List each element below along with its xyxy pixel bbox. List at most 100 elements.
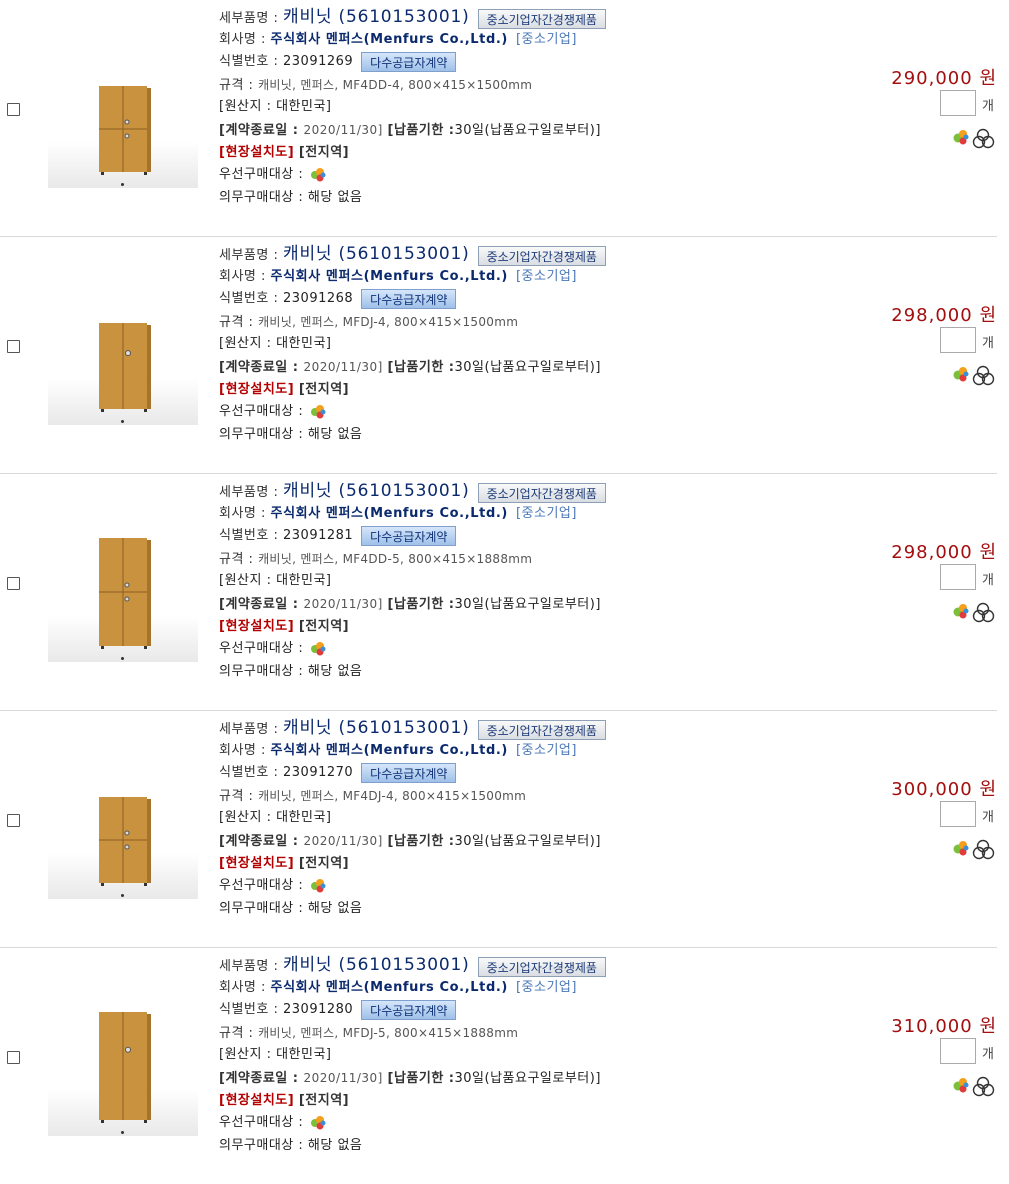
priority-purchase-icon [310, 404, 326, 419]
certification-icons [953, 602, 995, 623]
multi-supplier-badge: 다수공급자계약 [361, 525, 457, 546]
company-name[interactable]: 주식회사 멘퍼스(Menfurs Co.,Ltd.) [271, 980, 508, 995]
product-name[interactable]: 캐비닛 (5610153001) [283, 481, 470, 501]
mandatory-label: 의무구매대상 : [219, 1137, 308, 1153]
green-product-icon [953, 1078, 969, 1093]
product-row: 세부품명 : 캐비닛 (5610153001) 중소기업자간경쟁제품 회사명 : … [0, 711, 997, 948]
product-row: 세부품명 : 캐비닛 (5610153001) 중소기업자간경쟁제품 회사명 : … [0, 948, 997, 1184]
contract-end-date: 2020/11/30] [303, 122, 383, 137]
company-label: 회사명 : [219, 31, 271, 47]
spec-line: 규격 : 캐비닛, 멘퍼스, MFDJ-5, 800×415×1888mm [219, 1022, 859, 1045]
delivery-label: [납품기한 : [387, 359, 455, 375]
cabinet-lock [124, 582, 130, 588]
cabinet-lock [125, 1046, 131, 1053]
delivery-label: [납품기한 : [387, 1070, 455, 1086]
company-name[interactable]: 주식회사 멘퍼스(Menfurs Co.,Ltd.) [271, 269, 508, 284]
delivery-value: 30일(납품요구일로부터)] [454, 359, 601, 375]
company-line: 회사명 : 주식회사 멘퍼스(Menfurs Co.,Ltd.) [중소기업] [219, 266, 859, 289]
product-id: 23091281 [283, 528, 354, 544]
spec-line: 규격 : 캐비닛, 멘퍼스, MF4DD-5, 800×415×1888mm [219, 548, 859, 571]
certification-icons [953, 1076, 995, 1097]
region-label: [전지역] [298, 381, 350, 397]
delivery-value: 30일(납품요구일로부터)] [454, 833, 601, 849]
cabinet-foot [101, 883, 104, 886]
product-image[interactable] [48, 287, 198, 425]
priority-purchase-icon [310, 641, 326, 656]
select-checkbox[interactable] [7, 340, 20, 353]
detail-name-line: 세부품명 : 캐비닛 (5610153001) 중소기업자간경쟁제품 [219, 243, 859, 266]
mandatory-line: 의무구매대상 : 해당 없음 [219, 424, 859, 447]
spec-label: 규격 : [219, 551, 259, 567]
product-name[interactable]: 캐비닛 (5610153001) [283, 955, 470, 975]
priority-label: 우선구매대상 : [219, 404, 308, 420]
origin-line: [원산지 : 대한민국] [219, 1044, 859, 1067]
contract-line: [계약종료일 : 2020/11/30] [납품기한 :30일(납품요구일로부터… [219, 830, 859, 853]
priority-purchase-icon [310, 1115, 326, 1130]
company-name[interactable]: 주식회사 멘퍼스(Menfurs Co.,Ltd.) [271, 743, 508, 758]
quantity-unit: 개 [982, 573, 994, 588]
cabinet-foot [144, 1120, 147, 1123]
cabinet-side [147, 1014, 151, 1120]
product-image[interactable] [48, 524, 198, 662]
cabinet-side [147, 540, 151, 646]
product-name[interactable]: 캐비닛 (5610153001) [283, 7, 470, 27]
quantity-input[interactable] [940, 1038, 976, 1064]
product-name[interactable]: 캐비닛 (5610153001) [283, 718, 470, 738]
select-checkbox[interactable] [7, 1051, 20, 1064]
onsite-install-label: [현장설치도] [219, 855, 295, 871]
certification-icons [953, 128, 995, 149]
spec-label: 규격 : [219, 77, 259, 93]
company-name[interactable]: 주식회사 멘퍼스(Menfurs Co.,Ltd.) [271, 32, 508, 47]
select-checkbox[interactable] [7, 577, 20, 590]
product-row: 세부품명 : 캐비닛 (5610153001) 중소기업자간경쟁제품 회사명 : … [0, 0, 997, 237]
product-name[interactable]: 캐비닛 (5610153001) [283, 244, 470, 264]
price: 310,000 원 [891, 1016, 997, 1037]
quantity-input[interactable] [940, 801, 976, 827]
quantity-input[interactable] [940, 564, 976, 590]
install-line: [현장설치도] [전지역] [219, 379, 859, 402]
cabinet-foot [101, 646, 104, 649]
cabinet-foot [144, 883, 147, 886]
delivery-value: 30일(납품요구일로부터)] [454, 596, 601, 612]
product-row: 세부품명 : 캐비닛 (5610153001) 중소기업자간경쟁제품 회사명 : … [0, 474, 997, 711]
sme-compete-badge: 중소기업자간경쟁제품 [477, 8, 606, 29]
priority-line: 우선구매대상 : [219, 401, 859, 424]
product-image[interactable] [48, 50, 198, 188]
select-checkbox[interactable] [7, 814, 20, 827]
contract-end-label: [계약종료일 : [219, 122, 304, 138]
detail-name-label: 세부품명 : [219, 11, 283, 26]
install-line: [현장설치도] [전지역] [219, 616, 859, 639]
install-line: [현장설치도] [전지역] [219, 1090, 859, 1113]
mandatory-value: 해당 없음 [307, 189, 363, 205]
image-dot [121, 657, 124, 660]
quantity-input[interactable] [940, 90, 976, 116]
select-checkbox[interactable] [7, 103, 20, 116]
company-name[interactable]: 주식회사 멘퍼스(Menfurs Co.,Ltd.) [271, 506, 508, 521]
region-label: [전지역] [298, 618, 350, 634]
delivery-value: 30일(납품요구일로부터)] [454, 1070, 601, 1086]
contract-end-label: [계약종료일 : [219, 596, 304, 612]
product-image[interactable] [48, 998, 198, 1136]
cabinet-lock [125, 350, 131, 357]
mandatory-label: 의무구매대상 : [219, 426, 308, 442]
delivery-label: [납품기한 : [387, 833, 455, 849]
quantity-input[interactable] [940, 327, 976, 353]
cabinet-side [147, 325, 151, 409]
company-tag: [중소기업] [515, 31, 577, 47]
detail-name-label: 세부품명 : [219, 248, 283, 263]
cabinet-foot [144, 409, 147, 412]
product-image[interactable] [48, 761, 198, 899]
cabinet-foot [101, 1120, 104, 1123]
mandatory-line: 의무구매대상 : 해당 없음 [219, 661, 859, 684]
contract-end-date: 2020/11/30] [303, 1070, 383, 1085]
quantity-unit: 개 [982, 336, 994, 351]
spec-value: 캐비닛, 멘퍼스, MFDJ-4, 800×415×1500mm [258, 314, 519, 329]
detail-name-line: 세부품명 : 캐비닛 (5610153001) 중소기업자간경쟁제품 [219, 480, 859, 503]
price: 300,000 원 [891, 779, 997, 800]
disabled-enterprise-icon [972, 602, 995, 623]
cabinet-side [147, 799, 151, 883]
id-line: 식별번호 : 23091269 다수공급자계약 [219, 51, 859, 74]
image-dot [121, 183, 124, 186]
mandatory-value: 해당 없음 [307, 663, 363, 679]
green-product-icon [953, 604, 969, 619]
